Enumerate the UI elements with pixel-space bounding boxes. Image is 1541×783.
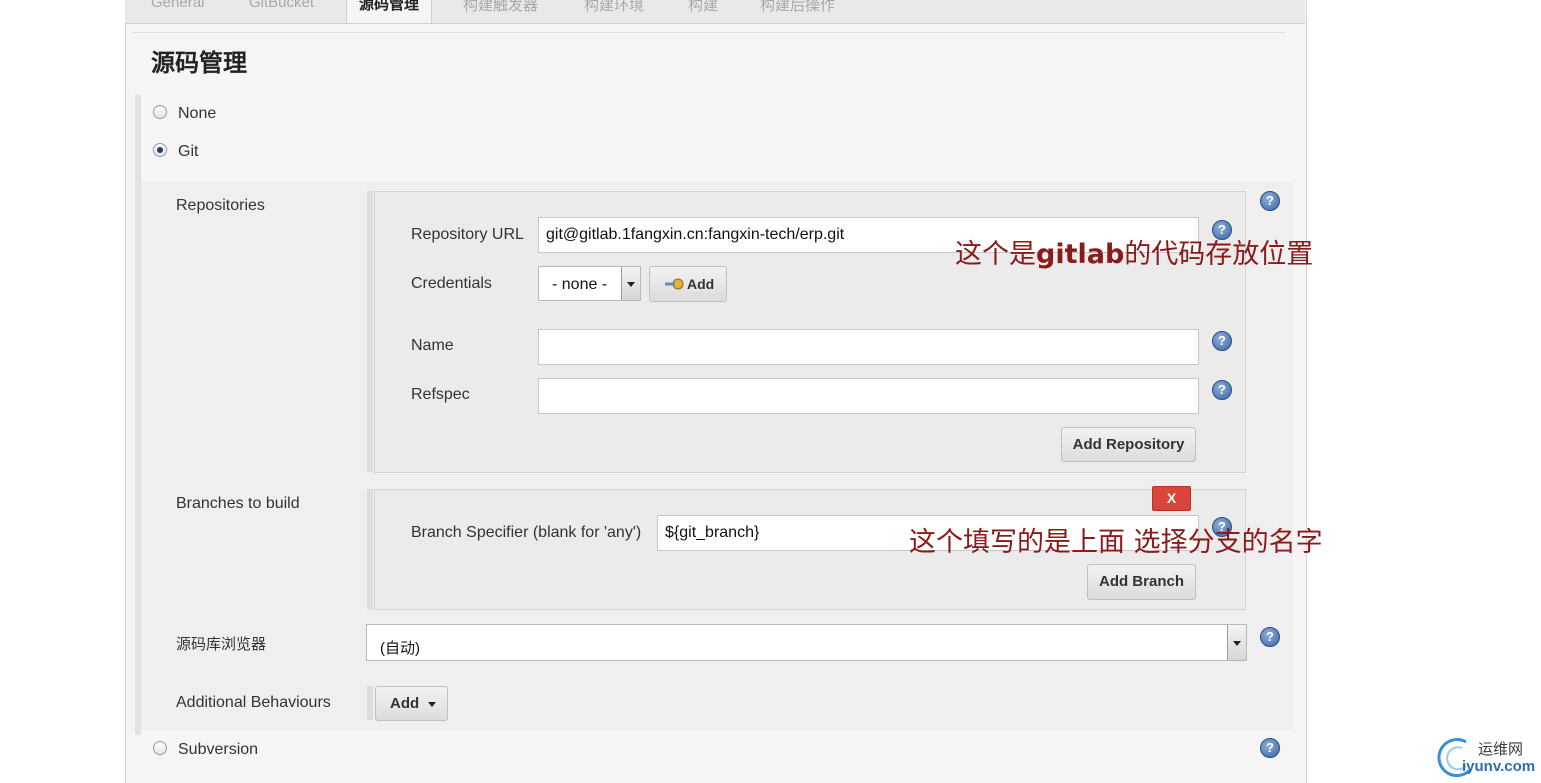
scm-git-radio[interactable] (153, 143, 167, 157)
credentials-add-button[interactable]: Add (649, 266, 727, 302)
credentials-value: - none - (552, 276, 608, 293)
url-annotation-gitlab: gitlab (1036, 239, 1125, 270)
add-behaviour-button[interactable]: Add (375, 686, 448, 721)
tab-gitbucket[interactable]: GitBucket (249, 0, 314, 11)
tab-bar: General GitBucket 源码管理 构建触发器 构建环境 构建 构建后… (125, 0, 1305, 24)
repo-browser-help-icon[interactable]: ? (1260, 627, 1280, 647)
watermark-cn: 运维网 (1478, 741, 1524, 758)
tab-build-environment[interactable]: 构建环境 (584, 0, 644, 15)
refspec-input[interactable] (538, 378, 1199, 414)
tab-general[interactable]: General (151, 0, 204, 11)
repositories-bar (367, 191, 373, 472)
url-annotation-post: 的代码存放位置 (1124, 239, 1314, 270)
scm-none-label: None (178, 105, 217, 122)
key-icon (665, 278, 684, 290)
branches-bar (367, 489, 373, 609)
tab-post-build[interactable]: 构建后操作 (760, 0, 835, 15)
add-branch-button[interactable]: Add Branch (1087, 564, 1196, 600)
url-annotation: 这个是gitlab的代码存放位置 (955, 232, 1313, 271)
credentials-add-label: Add (687, 276, 715, 292)
branch-specifier-label: Branch Specifier (blank for 'any') (411, 524, 642, 541)
repo-browser-select[interactable]: (自动) (366, 624, 1247, 661)
repo-browser-chevron-down-icon[interactable] (1227, 625, 1246, 660)
refspec-label: Refspec (411, 386, 470, 403)
url-annotation-pre: 这个是 (955, 239, 1036, 270)
credentials-chevron-down-icon[interactable] (621, 267, 640, 300)
scm-subversion-radio[interactable] (153, 741, 167, 755)
add-behaviour-label: Add (390, 695, 420, 712)
section-title: 源码管理 (151, 50, 247, 77)
behaviours-bar (367, 686, 373, 720)
repo-name-label: Name (411, 337, 454, 354)
watermark-en: iyunv.com (1462, 758, 1536, 775)
repo-browser-label: 源码库浏览器 (176, 636, 267, 653)
branches-label: Branches to build (176, 495, 300, 512)
add-repository-button[interactable]: Add Repository (1061, 427, 1196, 462)
branch-annotation: 这个填写的是上面 选择分支的名字 (909, 527, 1323, 558)
tab-scm[interactable]: 源码管理 (346, 0, 433, 23)
repo-name-help-icon[interactable]: ? (1212, 331, 1232, 351)
repo-name-input[interactable] (538, 329, 1199, 365)
scm-subversion-label: Subversion (178, 741, 259, 758)
repo-browser-value: (自动) (380, 640, 420, 657)
watermark-logo: 运维网 iyunv.com (1436, 736, 1536, 780)
subversion-help-icon[interactable]: ? (1260, 738, 1280, 758)
repositories-label: Repositories (176, 197, 265, 214)
repository-url-label: Repository URL (411, 226, 524, 243)
scm-git-label: Git (178, 143, 199, 160)
scm-none-radio[interactable] (153, 105, 167, 119)
additional-behaviours-label: Additional Behaviours (176, 694, 331, 711)
repositories-help-icon[interactable]: ? (1260, 191, 1280, 211)
delete-branch-button[interactable]: X (1152, 486, 1191, 511)
credentials-select[interactable]: - none - (538, 266, 641, 301)
caret-down-icon (428, 702, 436, 707)
tab-build-triggers[interactable]: 构建触发器 (463, 0, 538, 15)
section-divider (133, 32, 1285, 33)
credentials-label: Credentials (411, 275, 492, 292)
refspec-help-icon[interactable]: ? (1212, 380, 1232, 400)
tab-build[interactable]: 构建 (688, 0, 718, 15)
